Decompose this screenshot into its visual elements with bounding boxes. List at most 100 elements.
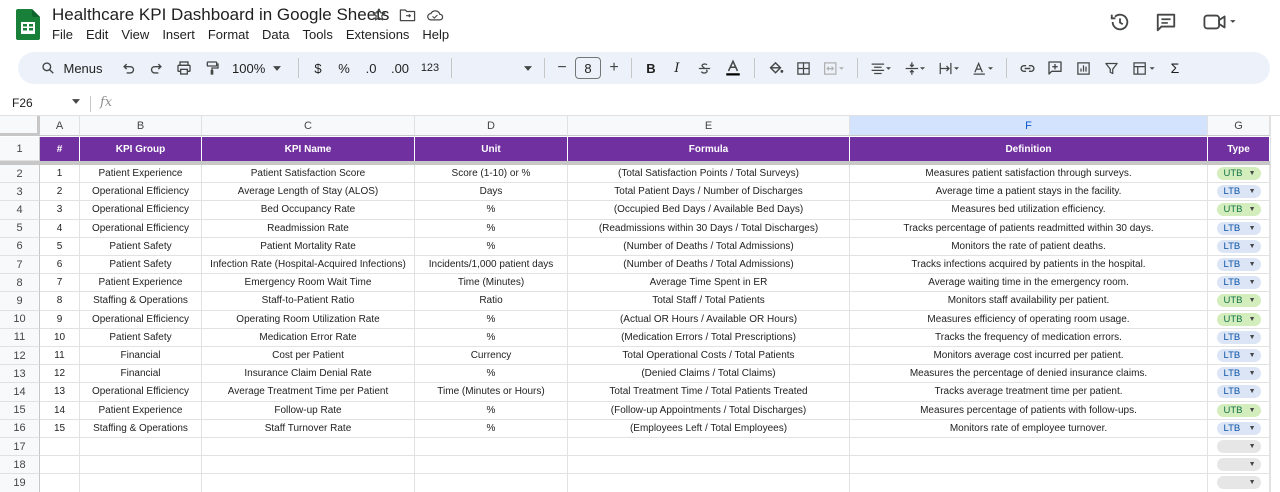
cell-group[interactable]: Financial	[80, 365, 202, 384]
cell-n[interactable]: 4	[40, 219, 80, 238]
type-dropdown-chip[interactable]: LTB ▼	[1216, 385, 1261, 399]
header-cell-unit[interactable]: Unit	[415, 137, 568, 161]
filter-views-icon[interactable]	[1125, 56, 1163, 80]
type-cell[interactable]: LTB ▼	[1208, 365, 1270, 384]
type-cell[interactable]: LTB ▼	[1208, 383, 1270, 402]
cell-group[interactable]: Operational Efficiency	[80, 310, 202, 329]
type-dropdown-chip[interactable]: ▼	[1216, 458, 1261, 472]
cell-group[interactable]	[80, 438, 202, 457]
row-header-8[interactable]: 8	[0, 274, 40, 293]
select-all-corner[interactable]	[0, 116, 40, 136]
type-cell[interactable]: LTB ▼	[1208, 419, 1270, 438]
horizontal-align-icon[interactable]	[864, 56, 898, 80]
print-icon[interactable]	[170, 56, 198, 80]
cell-n[interactable]: 10	[40, 328, 80, 347]
cell-unit[interactable]: %	[415, 365, 568, 384]
menu-insert[interactable]: Insert	[162, 27, 195, 42]
type-cell[interactable]: ▼	[1208, 474, 1270, 492]
cell-unit[interactable]: Time (Minutes)	[415, 274, 568, 293]
menu-data[interactable]: Data	[262, 27, 289, 42]
row-header-10[interactable]: 10	[0, 310, 40, 329]
cell-name[interactable]: Patient Mortality Rate	[202, 237, 415, 256]
cell-definition[interactable]: Measures percentage of patients with fol…	[850, 401, 1208, 420]
cell-unit[interactable]: %	[415, 219, 568, 238]
type-cell[interactable]: ▼	[1208, 456, 1270, 475]
cell-n[interactable]: 6	[40, 256, 80, 275]
type-cell[interactable]: ▼	[1208, 438, 1270, 457]
document-title[interactable]: Healthcare KPI Dashboard in Google Sheet…	[52, 5, 389, 25]
cell-n[interactable]	[40, 438, 80, 457]
cell-unit[interactable]	[415, 474, 568, 492]
type-dropdown-chip[interactable]: LTB ▼	[1216, 367, 1261, 381]
cell-definition[interactable]: Measures efficiency of operating room us…	[850, 310, 1208, 329]
type-cell[interactable]: UTB ▼	[1208, 201, 1270, 220]
header-cell-formula[interactable]: Formula	[568, 137, 850, 161]
cell-formula[interactable]	[568, 438, 850, 457]
fill-color-icon[interactable]	[761, 56, 789, 80]
row-header-17[interactable]: 17	[0, 438, 40, 457]
row-header-3[interactable]: 3	[0, 183, 40, 202]
cell-definition[interactable]	[850, 456, 1208, 475]
cell-definition[interactable]: Average time a patient stays in the faci…	[850, 183, 1208, 202]
cell-name[interactable]: Staff-to-Patient Ratio	[202, 292, 415, 311]
cell-n[interactable]: 14	[40, 401, 80, 420]
cell-unit[interactable]: %	[415, 310, 568, 329]
cell-unit[interactable]: Days	[415, 183, 568, 202]
zoom-select[interactable]: 100%	[226, 56, 292, 80]
cell-unit[interactable]: %	[415, 201, 568, 220]
cell-unit[interactable]: Ratio	[415, 292, 568, 311]
cell-unit[interactable]: %	[415, 419, 568, 438]
type-dropdown-chip[interactable]: LTB ▼	[1216, 276, 1261, 290]
increase-font-size-button[interactable]: +	[603, 56, 625, 80]
move-folder-icon[interactable]	[398, 6, 416, 24]
type-cell[interactable]: LTB ▼	[1208, 219, 1270, 238]
row-header-5[interactable]: 5	[0, 219, 40, 238]
column-header-b[interactable]: B	[80, 116, 202, 136]
menu-tools[interactable]: Tools	[302, 27, 332, 42]
cell-definition[interactable]: Monitors the rate of patient deaths.	[850, 237, 1208, 256]
cell-definition[interactable]: Measures patient satisfaction through su…	[850, 165, 1208, 184]
column-header-a[interactable]: A	[40, 116, 80, 136]
cell-group[interactable]: Operational Efficiency	[80, 201, 202, 220]
paint-format-icon[interactable]	[198, 56, 226, 80]
header-cell-n[interactable]: #	[40, 137, 80, 161]
cell-unit[interactable]	[415, 438, 568, 457]
cell-unit[interactable]: Score (1-10) or %	[415, 165, 568, 184]
vertical-align-icon[interactable]	[898, 56, 932, 80]
cell-group[interactable]	[80, 456, 202, 475]
row-header-13[interactable]: 13	[0, 365, 40, 384]
undo-icon[interactable]	[114, 56, 142, 80]
decrease-decimal-button[interactable]: .0	[357, 56, 385, 80]
type-dropdown-chip[interactable]: LTB ▼	[1216, 239, 1261, 253]
cell-n[interactable]: 2	[40, 183, 80, 202]
cell-definition[interactable]: Tracks the frequency of medication error…	[850, 328, 1208, 347]
type-cell[interactable]: LTB ▼	[1208, 328, 1270, 347]
cell-unit[interactable]: %	[415, 401, 568, 420]
row-header-19[interactable]: 19	[0, 474, 40, 492]
cell-definition[interactable]: Monitors average cost incurred per patie…	[850, 347, 1208, 366]
cell-n[interactable]	[40, 456, 80, 475]
text-color-icon[interactable]	[718, 56, 748, 80]
cell-definition[interactable]: Tracks infections acquired by patients i…	[850, 256, 1208, 275]
row-header-1[interactable]: 1	[0, 137, 40, 161]
cell-formula[interactable]: Average Time Spent in ER	[568, 274, 850, 293]
menu-help[interactable]: Help	[422, 27, 449, 42]
cell-name[interactable]	[202, 438, 415, 457]
row-header-15[interactable]: 15	[0, 401, 40, 420]
type-dropdown-chip[interactable]: LTB ▼	[1216, 185, 1261, 199]
cell-formula[interactable]: (Readmissions within 30 Days / Total Dis…	[568, 219, 850, 238]
comments-icon[interactable]	[1154, 10, 1178, 34]
cell-definition[interactable]: Measures bed utilization efficiency.	[850, 201, 1208, 220]
cell-n[interactable]: 12	[40, 365, 80, 384]
cell-definition[interactable]	[850, 438, 1208, 457]
cell-group[interactable]: Patient Safety	[80, 237, 202, 256]
cell-formula[interactable]: (Actual OR Hours / Available OR Hours)	[568, 310, 850, 329]
menu-format[interactable]: Format	[208, 27, 249, 42]
version-history-icon[interactable]	[1108, 10, 1132, 34]
cell-n[interactable]	[40, 474, 80, 492]
cell-group[interactable]: Patient Safety	[80, 328, 202, 347]
cell-definition[interactable]: Monitors staff availability per patient.	[850, 292, 1208, 311]
cell-group[interactable]: Patient Experience	[80, 274, 202, 293]
cell-n[interactable]: 5	[40, 237, 80, 256]
cell-n[interactable]: 8	[40, 292, 80, 311]
